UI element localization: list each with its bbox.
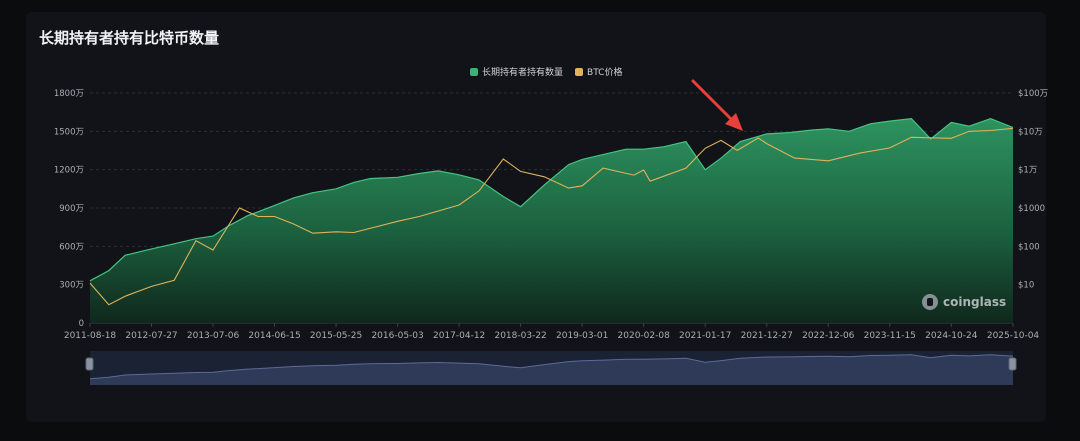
left-axis-tick-label: 0 <box>79 319 84 329</box>
x-axis-tick-label: 2024-10-24 <box>925 331 978 341</box>
chart-svg[interactable]: 0 300万 600万 900万 1200万 1500万 1800万 $10 $100 $100… <box>0 0 1080 441</box>
x-axis-tick-label: 2020-02-08 <box>618 331 671 341</box>
x-axis-tick-label: 2017-04-12 <box>433 331 485 341</box>
navigator-left-handle[interactable] <box>85 357 94 371</box>
navigator-right-handle[interactable] <box>1008 357 1017 371</box>
x-axis-tick-label: 2014-06-15 <box>248 331 300 341</box>
right-axis-tick-label: $10万 <box>1018 127 1043 137</box>
coinglass-logo-icon <box>922 294 938 310</box>
x-axis-tick-label: 2022-12-06 <box>802 331 855 341</box>
right-axis-tick-label: $1000 <box>1018 204 1045 214</box>
x-axis-tick-label: 2023-11-15 <box>864 331 916 341</box>
watermark-text: coinglass <box>943 295 1007 309</box>
x-axis-tick-label: 2016-05-03 <box>371 331 423 341</box>
left-axis-tick-label: 900万 <box>59 204 84 214</box>
x-axis-tick-label: 2021-12-27 <box>741 331 793 341</box>
left-axis-tick-label: 600万 <box>59 242 84 252</box>
right-axis: $10 $100 $1000 $1万 $10万 $100万 <box>1018 89 1048 291</box>
coinglass-watermark: coinglass <box>922 294 1006 310</box>
left-axis-tick-label: 1200万 <box>54 166 84 176</box>
right-axis-tick-label: $100 <box>1018 242 1040 252</box>
left-axis-tick-label: 1500万 <box>54 127 84 137</box>
x-axis-tick-label: 2011-08-18 <box>64 331 117 341</box>
x-axis-tick-label: 2025-10-04 <box>987 331 1040 341</box>
holders-area <box>90 118 1013 323</box>
left-axis-tick-label: 300万 <box>59 281 84 291</box>
right-axis-tick-label: $1万 <box>1018 166 1037 176</box>
x-axis-tick-label: 2018-03-22 <box>494 331 546 341</box>
annotation-arrow <box>691 79 743 131</box>
left-axis-tick-label: 1800万 <box>54 89 84 99</box>
x-axis-tick-label: 2019-03-01 <box>556 331 608 341</box>
range-navigator[interactable] <box>85 351 1017 385</box>
left-axis: 0 300万 600万 900万 1200万 1500万 1800万 <box>54 89 84 329</box>
series-group <box>89 117 1014 323</box>
x-axis-tick-label: 2012-07-27 <box>125 331 177 341</box>
x-axis-tick-label: 2021-01-17 <box>679 331 731 341</box>
right-axis-tick-label: $10 <box>1018 281 1034 291</box>
x-axis-tick-label: 2013-07-06 <box>187 331 240 341</box>
x-axis: 2011-08-18 2012-07-27 2013-07-06 2014-06-15… <box>64 322 1040 341</box>
right-axis-tick-label: $100万 <box>1018 89 1048 99</box>
x-axis-tick-label: 2015-05-25 <box>310 331 362 341</box>
